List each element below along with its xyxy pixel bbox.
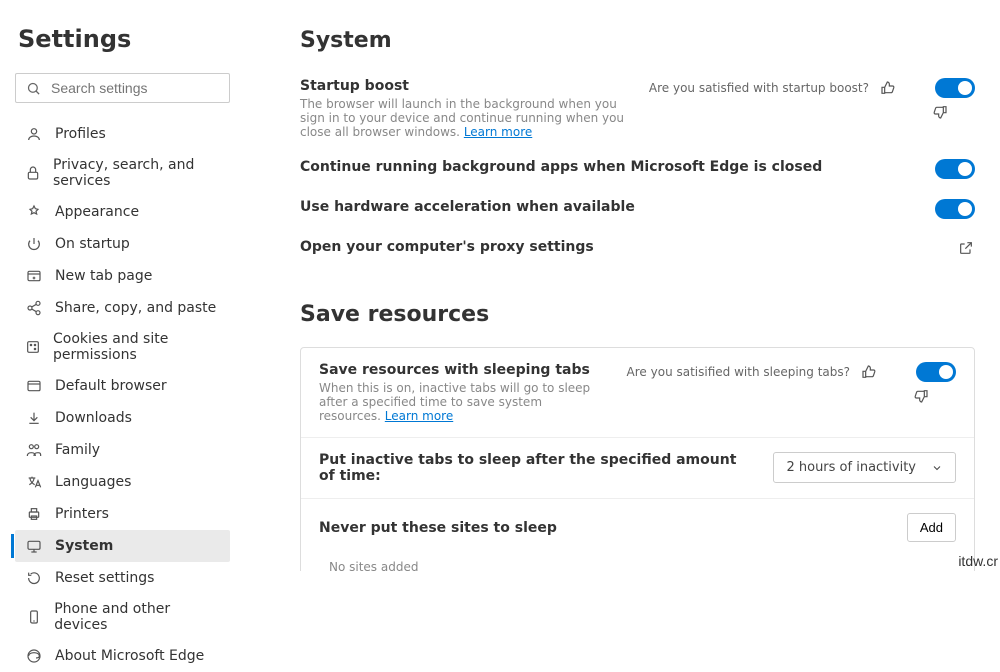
search-icon <box>26 81 41 96</box>
like-icon[interactable] <box>879 79 897 97</box>
nav-label: Appearance <box>55 204 139 220</box>
learn-more-link[interactable]: Learn more <box>385 409 453 423</box>
sleeping-tabs-desc: When this is on, inactive tabs will go t… <box>319 381 607 423</box>
select-value: 2 hours of inactivity <box>786 460 916 475</box>
nav-profiles[interactable]: Profiles <box>15 118 230 150</box>
inactive-time-title: Put inactive tabs to sleep after the spe… <box>319 452 753 484</box>
nav-reset[interactable]: Reset settings <box>15 562 230 594</box>
sidebar: Settings Profiles Privacy, search, and s… <box>0 0 240 571</box>
bg-apps-title: Continue running background apps when Mi… <box>300 159 915 175</box>
nav-label: Share, copy, and paste <box>55 300 216 316</box>
inactive-time-select[interactable]: 2 hours of inactivity <box>773 452 956 483</box>
nav-label: Profiles <box>55 126 106 142</box>
nav-list: Profiles Privacy, search, and services A… <box>15 118 230 672</box>
main-content: System Startup boost The browser will la… <box>240 0 1000 571</box>
bg-apps-toggle[interactable] <box>935 159 975 179</box>
chevron-down-icon <box>931 462 943 474</box>
learn-more-link[interactable]: Learn more <box>464 125 532 139</box>
nav-appearance[interactable]: Appearance <box>15 196 230 228</box>
dislike-icon[interactable] <box>907 79 925 97</box>
save-resources-card: Save resources with sleeping tabs When t… <box>300 347 975 571</box>
nav-startup[interactable]: On startup <box>15 228 230 260</box>
hw-accel-row: Use hardware acceleration when available <box>300 199 975 219</box>
nav-cookies[interactable]: Cookies and site permissions <box>15 324 230 370</box>
nav-label: Printers <box>55 506 109 522</box>
nav-label: New tab page <box>55 268 152 284</box>
nav-label: Phone and other devices <box>54 601 220 633</box>
nav-label: Languages <box>55 474 131 490</box>
save-resources-title: Save resources <box>300 302 975 327</box>
dislike-icon[interactable] <box>888 363 906 381</box>
nav-label: System <box>55 538 113 554</box>
nav-phone[interactable]: Phone and other devices <box>15 594 230 640</box>
sleeping-tabs-title: Save resources with sleeping tabs <box>319 362 607 378</box>
nav-printers[interactable]: Printers <box>15 498 230 530</box>
watermark: itdw.cr <box>958 553 998 569</box>
browser-icon <box>25 377 43 395</box>
reset-icon <box>25 569 43 587</box>
language-icon <box>25 473 43 491</box>
sleeping-tabs-row: Save resources with sleeping tabs When t… <box>301 348 974 438</box>
external-link-icon <box>957 239 975 257</box>
nav-label: Downloads <box>55 410 132 426</box>
sleeping-feedback-text: Are you satisified with sleeping tabs? <box>627 365 850 379</box>
printer-icon <box>25 505 43 523</box>
nav-system[interactable]: System <box>15 530 230 562</box>
nav-downloads[interactable]: Downloads <box>15 402 230 434</box>
hw-accel-toggle[interactable] <box>935 199 975 219</box>
nav-about[interactable]: About Microsoft Edge <box>15 640 230 672</box>
search-input[interactable] <box>51 80 219 96</box>
nav-label: Reset settings <box>55 570 154 586</box>
startup-boost-desc: The browser will launch in the backgroun… <box>300 97 629 139</box>
family-icon <box>25 441 43 459</box>
nav-label: Privacy, search, and services <box>53 157 220 189</box>
startup-boost-toggle[interactable] <box>935 78 975 98</box>
bg-apps-row: Continue running background apps when Mi… <box>300 159 975 179</box>
nav-privacy[interactable]: Privacy, search, and services <box>15 150 230 196</box>
cookies-icon <box>25 338 41 356</box>
nav-share[interactable]: Share, copy, and paste <box>15 292 230 324</box>
sleeping-tabs-toggle[interactable] <box>916 362 956 382</box>
share-icon <box>25 299 43 317</box>
startup-boost-title: Startup boost <box>300 78 629 94</box>
inactive-time-row: Put inactive tabs to sleep after the spe… <box>301 438 974 499</box>
system-icon <box>25 537 43 555</box>
hw-accel-title: Use hardware acceleration when available <box>300 199 915 215</box>
nav-default-browser[interactable]: Default browser <box>15 370 230 402</box>
phone-icon <box>25 608 42 626</box>
nav-label: About Microsoft Edge <box>55 648 204 664</box>
never-sleep-title: Never put these sites to sleep <box>319 520 557 536</box>
never-sleep-row: Never put these sites to sleep Add No si… <box>301 499 974 571</box>
proxy-title: Open your computer's proxy settings <box>300 239 937 255</box>
newtab-icon <box>25 267 43 285</box>
system-title: System <box>300 28 975 53</box>
proxy-row[interactable]: Open your computer's proxy settings <box>300 239 975 257</box>
nav-label: Family <box>55 442 100 458</box>
startup-boost-row: Startup boost The browser will launch in… <box>300 78 975 139</box>
startup-feedback-text: Are you satisfied with startup boost? <box>649 81 869 95</box>
appearance-icon <box>25 203 43 221</box>
no-sites-text: No sites added <box>319 560 956 571</box>
lock-icon <box>25 164 41 182</box>
nav-label: On startup <box>55 236 130 252</box>
like-icon[interactable] <box>860 363 878 381</box>
settings-title: Settings <box>18 25 230 53</box>
edge-icon <box>25 647 43 665</box>
nav-label: Cookies and site permissions <box>53 331 220 363</box>
nav-family[interactable]: Family <box>15 434 230 466</box>
nav-newtab[interactable]: New tab page <box>15 260 230 292</box>
search-box[interactable] <box>15 73 230 103</box>
profile-icon <box>25 125 43 143</box>
add-site-button[interactable]: Add <box>907 513 956 542</box>
download-icon <box>25 409 43 427</box>
nav-label: Default browser <box>55 378 167 394</box>
nav-languages[interactable]: Languages <box>15 466 230 498</box>
power-icon <box>25 235 43 253</box>
